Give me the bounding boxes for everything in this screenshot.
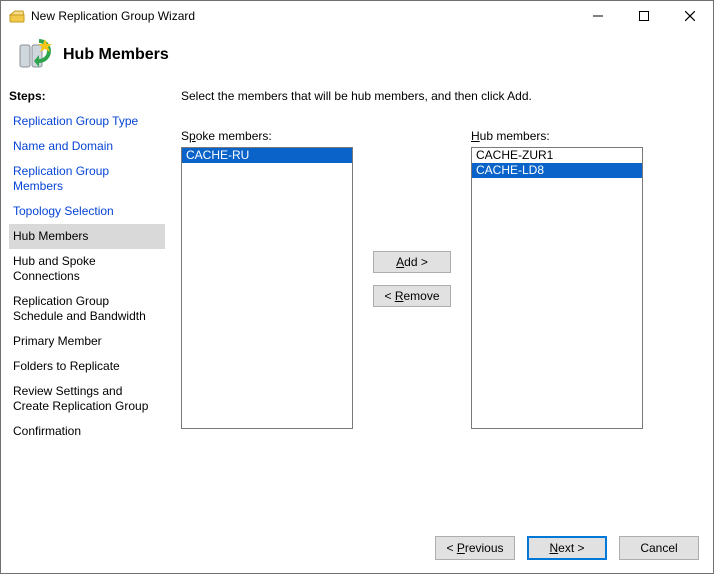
step-item: Hub and Spoke Connections <box>9 249 165 289</box>
add-button[interactable]: Add > <box>373 251 451 273</box>
step-item: Folders to Replicate <box>9 354 165 379</box>
close-button[interactable] <box>667 1 713 31</box>
hub-members-listbox[interactable]: CACHE-ZUR1CACHE-LD8 <box>471 147 643 429</box>
cancel-button[interactable]: Cancel <box>619 536 699 560</box>
hub-column: Hub members: CACHE-ZUR1CACHE-LD8 <box>471 129 643 429</box>
titlebar: New Replication Group Wizard <box>1 1 713 31</box>
spoke-column: Spoke members: CACHE-RU <box>181 129 353 429</box>
previous-button[interactable]: < Previous <box>435 536 515 560</box>
minimize-button[interactable] <box>575 1 621 31</box>
body: Steps: Replication Group TypeName and Do… <box>1 83 713 523</box>
step-item[interactable]: Replication Group Members <box>9 159 165 199</box>
transfer-buttons: Add > < Remove <box>353 129 471 429</box>
content-area: Select the members that will be hub memb… <box>169 83 713 523</box>
next-button[interactable]: Next > <box>527 536 607 560</box>
list-item[interactable]: CACHE-RU <box>182 148 352 163</box>
page-heading: Hub Members <box>63 46 169 64</box>
instruction-text: Select the members that will be hub memb… <box>181 89 697 103</box>
members-columns: Spoke members: CACHE-RU Add > < Remove H… <box>181 129 697 429</box>
wizard-icon <box>17 37 53 73</box>
footer: < Previous Next > Cancel <box>1 523 713 573</box>
steps-title: Steps: <box>9 89 165 103</box>
list-item[interactable]: CACHE-LD8 <box>472 163 642 178</box>
spoke-members-listbox[interactable]: CACHE-RU <box>181 147 353 429</box>
step-item: Confirmation <box>9 419 165 444</box>
header: Hub Members <box>1 31 713 83</box>
list-item[interactable]: CACHE-ZUR1 <box>472 148 642 163</box>
maximize-button[interactable] <box>621 1 667 31</box>
steps-sidebar: Steps: Replication Group TypeName and Do… <box>1 83 169 523</box>
hub-members-label: Hub members: <box>471 129 643 143</box>
step-item: Hub Members <box>9 224 165 249</box>
step-item: Replication Group Schedule and Bandwidth <box>9 289 165 329</box>
spoke-members-label: Spoke members: <box>181 129 353 143</box>
app-icon <box>9 8 25 24</box>
window-controls <box>575 1 713 31</box>
step-item[interactable]: Name and Domain <box>9 134 165 159</box>
step-item[interactable]: Replication Group Type <box>9 109 165 134</box>
step-item[interactable]: Topology Selection <box>9 199 165 224</box>
step-item: Review Settings and Create Replication G… <box>9 379 165 419</box>
step-item: Primary Member <box>9 329 165 354</box>
window-title: New Replication Group Wizard <box>31 9 575 23</box>
remove-button[interactable]: < Remove <box>373 285 451 307</box>
wizard-window: New Replication Group Wizard Hub Members <box>0 0 714 574</box>
